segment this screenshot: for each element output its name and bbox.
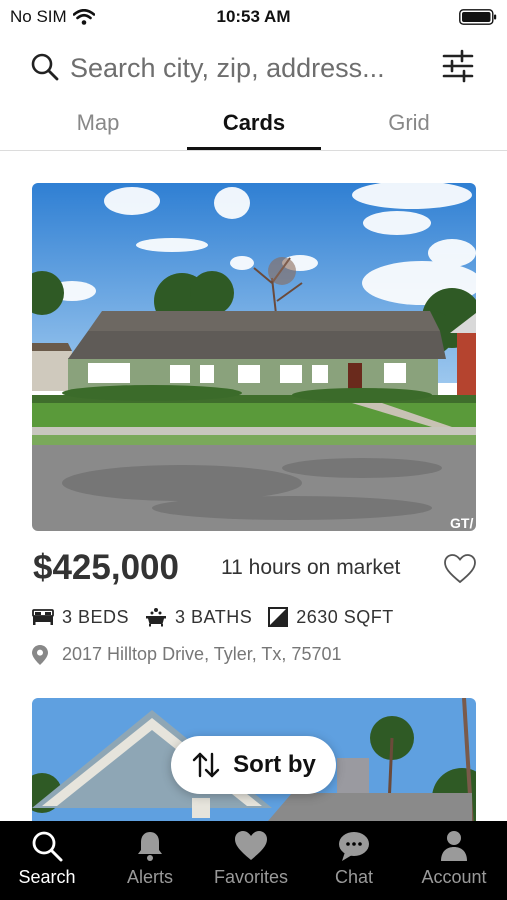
- listing-price: $425,000: [33, 548, 179, 587]
- tab-chat[interactable]: Chat: [304, 829, 404, 888]
- sort-arrows-icon: [192, 752, 220, 778]
- tab-alerts-label: Alerts: [126, 867, 173, 887]
- sort-by-button[interactable]: Sort by: [171, 736, 336, 794]
- person-icon: [441, 831, 467, 861]
- beds-label: 3 BEDS: [62, 606, 130, 627]
- bathtub-icon: [146, 608, 167, 627]
- area-icon: [268, 607, 289, 627]
- baths-label: 3 BATHS: [175, 606, 253, 627]
- favorite-heart-icon[interactable]: [443, 553, 477, 585]
- sqft-spec: 2630 SQFT: [268, 607, 394, 628]
- battery-icon: [459, 9, 497, 25]
- bell-icon: [138, 832, 162, 861]
- baths-spec: 3 BATHS: [145, 607, 252, 628]
- bed-icon: [32, 609, 54, 625]
- bottom-tab-bar: Search Alerts Favorites Chat Account: [0, 821, 507, 900]
- filter-sliders-icon[interactable]: [440, 48, 476, 84]
- sort-by-label: Sort by: [233, 751, 316, 778]
- tab-cards[interactable]: Cards: [187, 110, 321, 136]
- beds-spec: 3 BEDS: [32, 607, 129, 628]
- listing-photo[interactable]: GT/: [32, 183, 476, 531]
- listing-specs: 3 BEDS 3 BATHS 2630 SQFT: [32, 603, 410, 631]
- tab-account-label: Account: [421, 867, 487, 887]
- tab-search[interactable]: Search: [0, 829, 97, 888]
- tab-map[interactable]: Map: [31, 110, 165, 136]
- search-icon: [32, 831, 63, 862]
- tab-favorites[interactable]: Favorites: [201, 829, 301, 888]
- tab-chat-label: Chat: [334, 867, 374, 887]
- search-input[interactable]: Search city, zip, address...: [70, 53, 385, 84]
- active-tab-indicator: [187, 147, 321, 150]
- search-bar[interactable]: Search city, zip, address...: [0, 40, 507, 96]
- address-text: 2017 Hilltop Drive, Tyler, Tx, 75701: [62, 644, 342, 664]
- view-tabs: Map Cards Grid: [0, 104, 507, 151]
- status-bar: No SIM 10:53 AM: [0, 0, 507, 34]
- tab-alerts[interactable]: Alerts: [100, 829, 200, 888]
- location-pin-icon: [32, 644, 48, 665]
- sqft-label: 2630 SQFT: [296, 606, 394, 627]
- time-on-market: 11 hours on market: [221, 556, 401, 579]
- search-icon: [31, 53, 59, 81]
- tab-grid[interactable]: Grid: [342, 110, 476, 136]
- tab-favorites-label: Favorites: [213, 867, 289, 887]
- heart-icon: [235, 831, 267, 860]
- tab-search-label: Search: [18, 867, 76, 887]
- listing-address: 2017 Hilltop Drive, Tyler, Tx, 75701: [32, 644, 341, 665]
- clock: 10:53 AM: [216, 7, 291, 26]
- tab-account[interactable]: Account: [404, 829, 504, 888]
- photo-watermark: GT/: [450, 515, 473, 531]
- house-photo-illustration: GT/: [32, 183, 476, 531]
- chat-icon: [339, 832, 369, 861]
